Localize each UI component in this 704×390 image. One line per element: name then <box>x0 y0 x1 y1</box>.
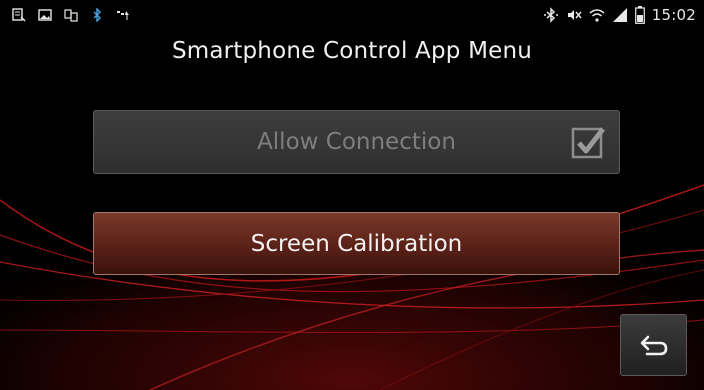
battery-icon <box>634 6 645 24</box>
back-icon <box>640 335 667 356</box>
back-button[interactable] <box>620 314 687 376</box>
bluetooth-icon <box>543 7 558 23</box>
notification-icons <box>12 6 130 24</box>
screen-calibration-button[interactable]: Screen Calibration <box>93 212 620 275</box>
allow-connection-button[interactable]: Allow Connection <box>93 110 620 174</box>
mute-icon <box>567 10 582 20</box>
sim-transfer-icon <box>64 9 78 22</box>
app-screen: 15:02 Smartphone Control App Menu Allow … <box>0 0 704 390</box>
checkbox-checked-icon[interactable] <box>571 125 605 159</box>
wifi-icon <box>589 9 605 22</box>
signal-icon <box>612 8 627 22</box>
status-bar: 15:02 <box>0 0 704 30</box>
page-title: Smartphone Control App Menu <box>171 38 533 64</box>
allow-connection-label: Allow Connection <box>257 129 456 155</box>
screen-calibration-label: Screen Calibration <box>250 230 463 257</box>
image-icon <box>38 9 52 21</box>
mobile-data-icon <box>117 11 129 20</box>
clock: 15:02 <box>651 6 696 24</box>
system-icons: 15:02 <box>543 5 696 25</box>
bluetooth-icon <box>93 8 101 22</box>
notes-icon <box>12 8 26 22</box>
